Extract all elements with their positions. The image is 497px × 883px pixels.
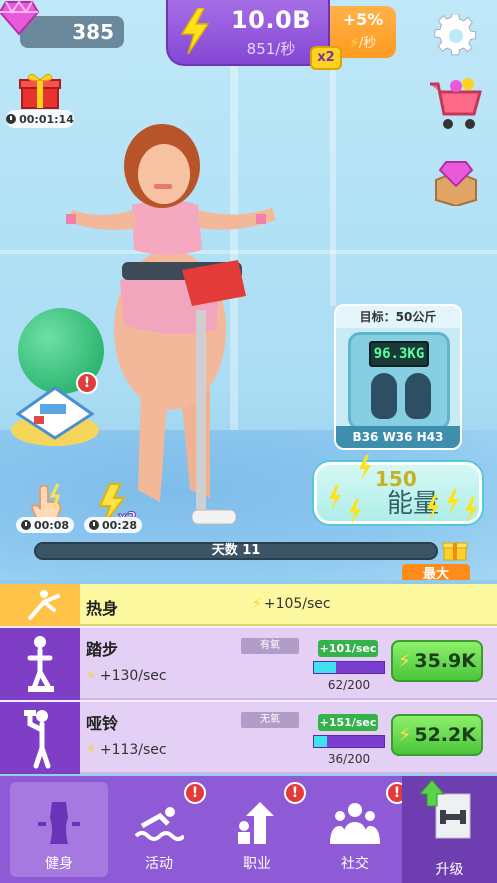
boost-percent: +5% [342,10,384,29]
day-label: 天数 11 [211,543,261,558]
footprint-icon [405,373,431,419]
bolt-icon [329,485,341,511]
day-progress-bar: 天数 11 [34,542,438,560]
exercise-progress-fill [314,662,336,673]
buy-step-button[interactable]: ⚡ 35.9K [391,640,483,682]
bolt-icon: ⚡ [349,36,359,51]
max-button[interactable]: 最大 [402,564,470,580]
tab-label: 健身 [45,856,73,872]
bolt-icon [427,495,439,521]
alert-badge-icon: ! [284,782,306,804]
footprint-icon [371,373,397,419]
body-measurements: B36 W36 H43 [336,426,460,448]
exercise-type-tag: 有氧 [241,638,299,654]
gear-icon[interactable] [434,14,478,58]
bolt-icon [349,499,361,525]
scale-display: 96.3KG [369,341,429,367]
exercise-count: 36/200 [327,752,371,766]
swimming-icon [134,807,184,841]
bolt-icon: ⚡ [86,668,96,684]
exercise-rate: ⚡ +113/sec [86,742,167,758]
energy-collect-button[interactable]: 150 能量 [314,455,482,525]
scale-icon: 96.3KG [348,332,450,430]
exercise-progress-bar [313,735,385,748]
gift-timer: 00:01:14 [6,110,74,128]
upgrade-icon [418,780,471,839]
exercise-rate-text: +130/sec [99,668,167,684]
tap-boost-time: 00:08 [34,518,70,532]
clock-icon [6,114,17,124]
career-icon [238,802,274,844]
tab-label: 职业 [243,856,271,872]
exercise-name: 哑铃 [86,714,119,733]
tab-label: 活动 [145,856,173,872]
buy-cost: 35.9K [414,650,476,672]
tab-label: 社交 [341,856,369,872]
exercise-list: 热身 ⚡ +105/sec 踏步 ⚡ +130/sec 有氧 +101/sec … [0,584,497,774]
alert-badge-icon: ! [184,782,206,804]
clock-icon [89,520,99,530]
exercise-name: 踏步 [86,640,119,659]
warmup-name: 热身 [86,599,119,618]
gift-box-icon[interactable] [442,536,468,562]
exercise-progress-fill [314,736,327,747]
double-boost-timer: 00:28 [84,517,143,533]
bolt-icon: ⚡ [398,724,412,746]
energy-total: 10.0B [230,6,311,34]
game-scene: ! 00:08 x2 00:28 目标：50公斤 96.3KG B36 W36 … [0,0,497,580]
gift-timer-text: 00:01:14 [19,112,74,126]
gem-icon [0,0,40,36]
bolt-icon [465,497,477,523]
clock-icon [21,520,31,530]
bolt-icon: ⚡ [398,650,412,672]
exercise-rate-text: +113/sec [99,742,167,758]
step-icon [0,628,80,700]
bolt-icon [359,455,371,481]
alert-badge-icon: ! [76,372,98,394]
window-frame [330,66,336,306]
people-icon [330,803,380,844]
bolt-icon: ⚡ [86,742,96,758]
weight-scale-card[interactable]: 目标：50公斤 96.3KG B36 W36 H43 [334,304,462,450]
exercise-row-dumbbell[interactable]: 哑铃 ⚡ +113/sec 无氧 +151/sec 36/200 ⚡ 52.2K [0,702,497,774]
body-icon [38,802,80,844]
gem-chest-icon[interactable] [430,156,482,206]
stretch-icon [0,584,80,626]
exercise-type-tag: 无氧 [241,712,299,728]
exercise-progress-bar [313,661,385,674]
gem-count: 385 [72,20,114,44]
tab-upgrade[interactable]: 升级 [402,776,497,883]
exercise-row-step[interactable]: 踏步 ⚡ +130/sec 有氧 +101/sec 62/200 ⚡ 35.9K [0,628,497,700]
buy-cost: 52.2K [414,724,476,746]
shop-cart-icon[interactable] [426,76,484,132]
multiplier-badge[interactable]: x2 [310,46,342,70]
exercise-rate: ⚡ +130/sec [86,668,167,684]
tap-boost-timer: 00:08 [16,517,75,533]
bolt-icon [447,489,459,515]
bolt-icon: ⚡ [252,596,262,612]
double-boost-time: 00:28 [102,518,138,532]
gift-icon[interactable] [18,70,62,110]
weight-target: 目标：50公斤 [336,306,460,328]
warmup-rate: ⚡ +105/sec [252,596,331,612]
energy-bolt-icon [180,8,210,54]
exercise-bonus: +101/sec [318,640,378,657]
character-woman[interactable] [50,110,310,530]
tab-label: 升级 [435,862,464,878]
exercise-count: 62/200 [327,678,371,692]
warmup-row[interactable]: 热身 ⚡ +105/sec [0,584,497,626]
boost-rate-text: /秒 [358,36,377,51]
exercise-bonus: +151/sec [318,714,378,731]
warmup-rate-text: +105/sec [263,596,331,612]
dumbbell-icon [0,702,80,774]
energy-panel: 10.0B 851/秒 [166,0,330,66]
tab-fitness[interactable]: 健身 [10,782,108,877]
buy-dumbbell-button[interactable]: ⚡ 52.2K [391,714,483,756]
